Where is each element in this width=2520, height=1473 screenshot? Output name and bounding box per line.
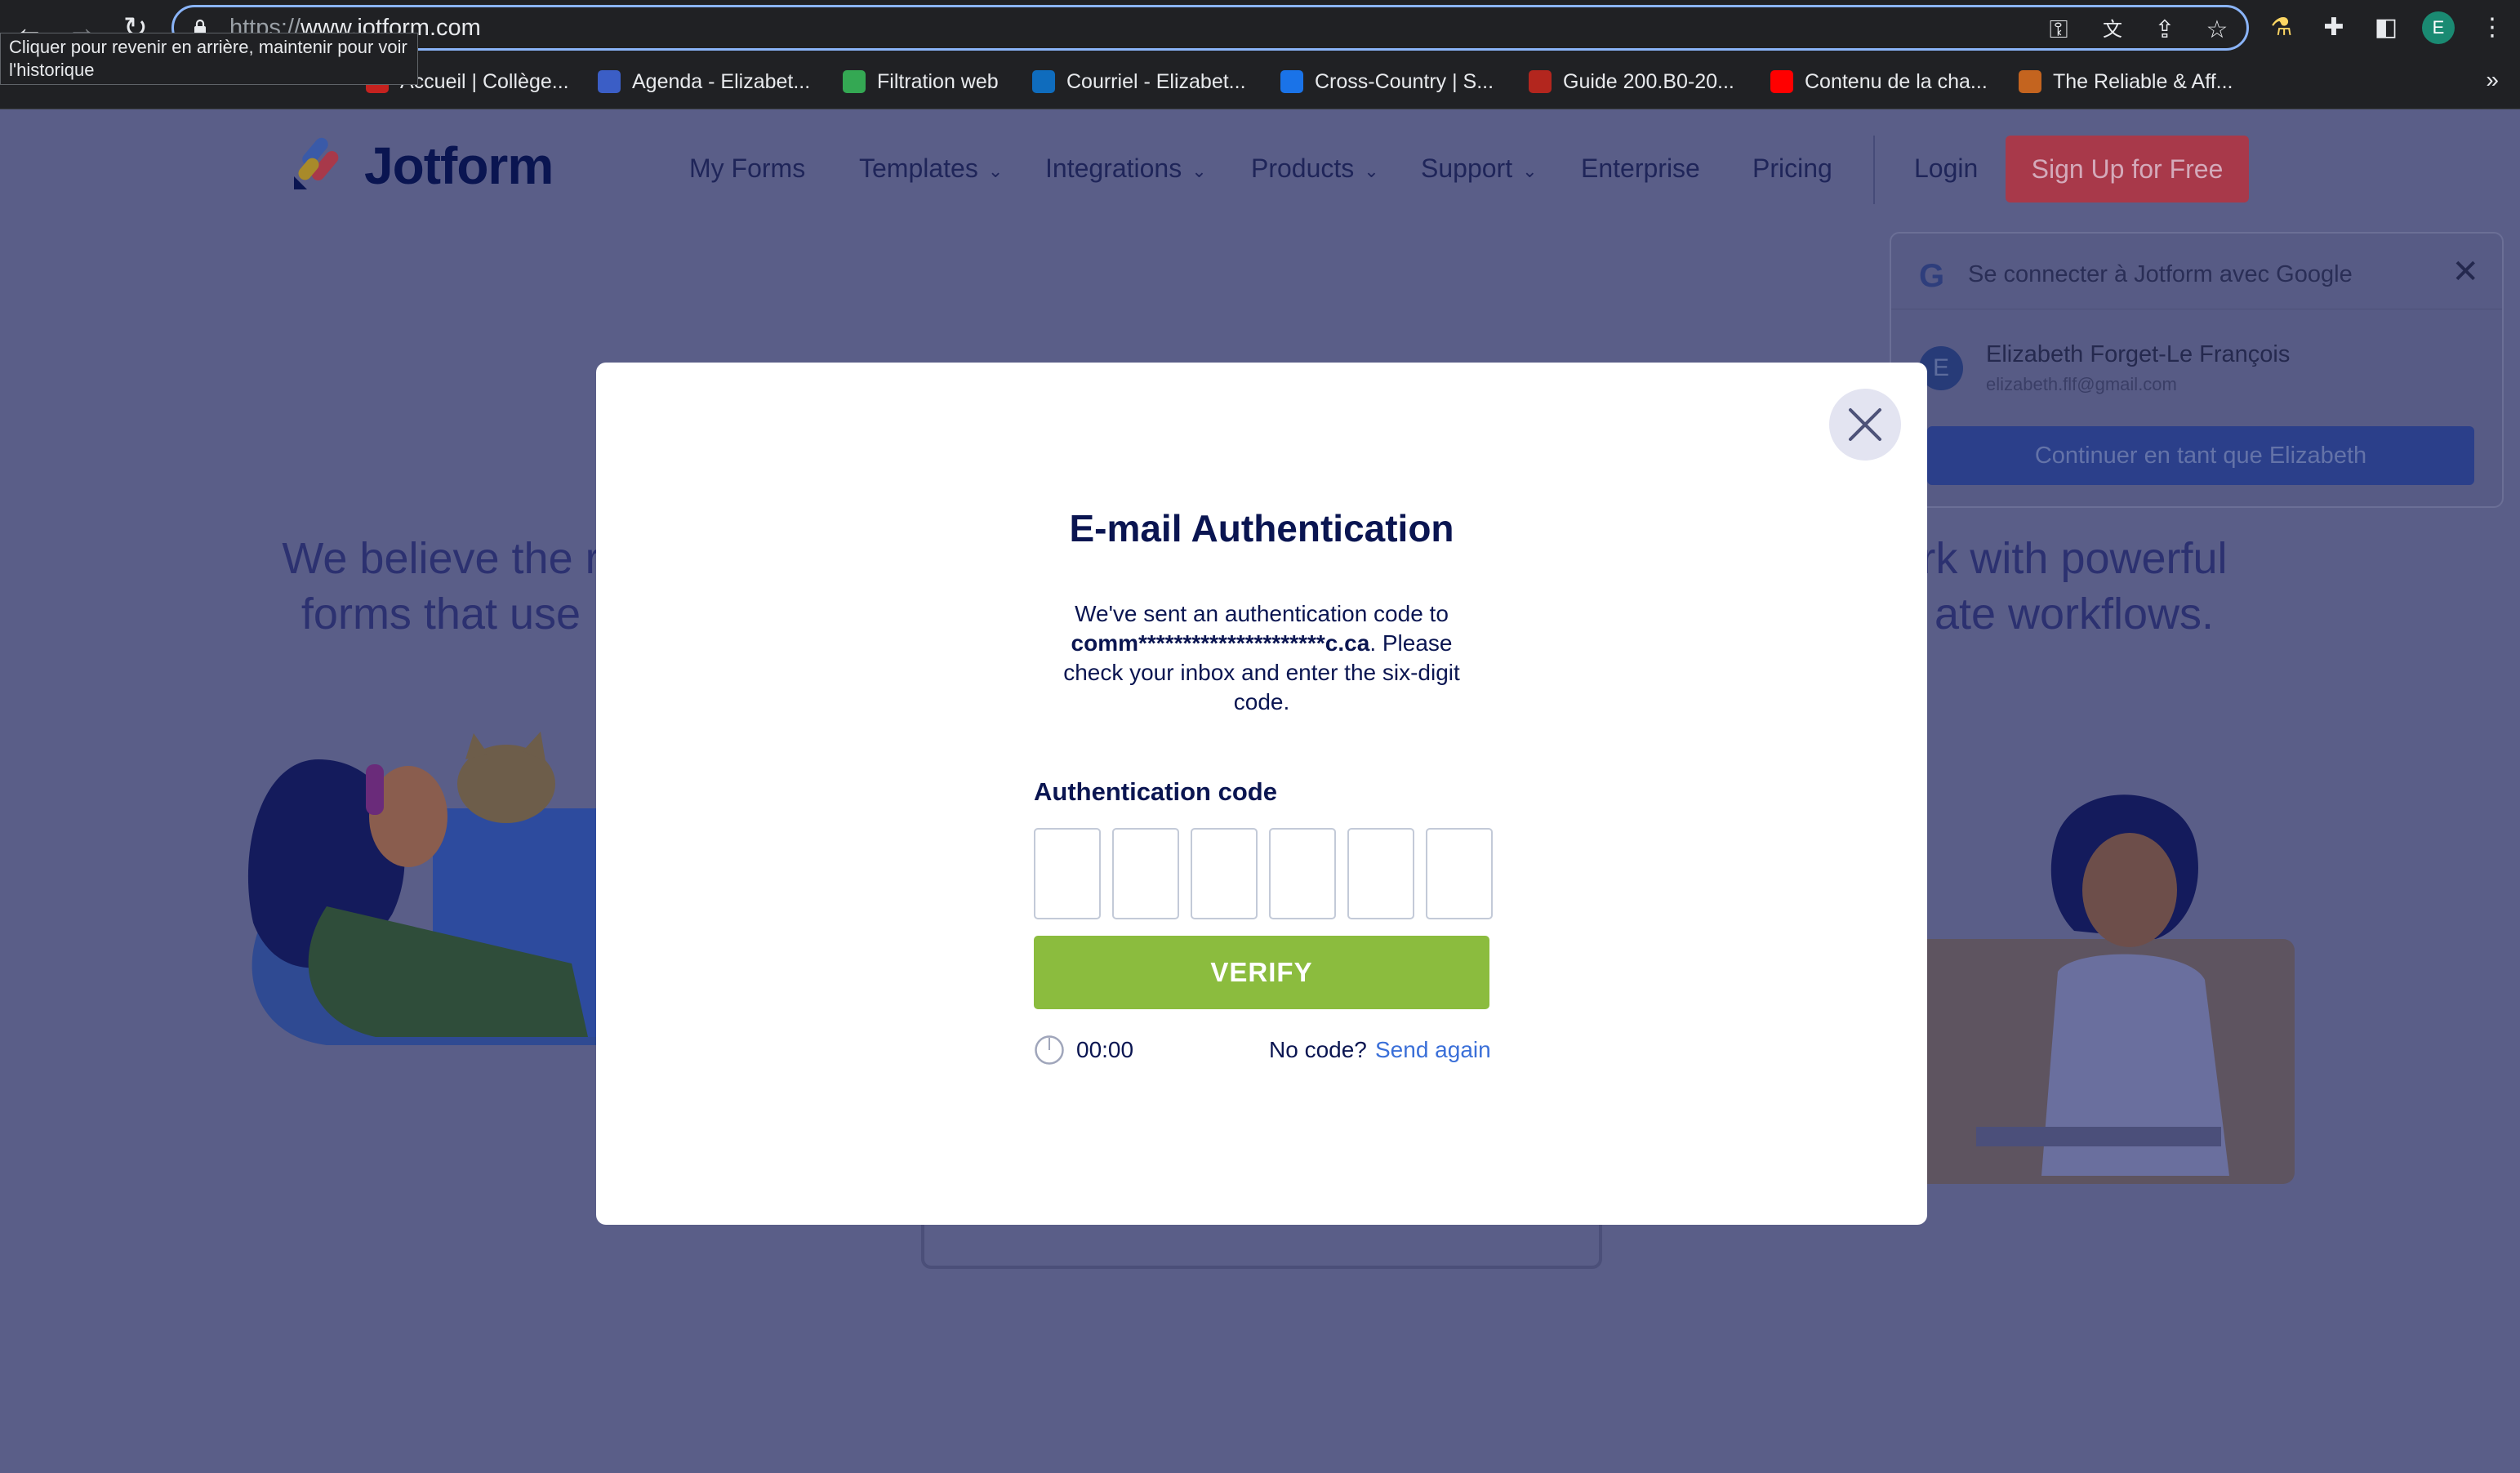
bookmark-favicon-icon: [2019, 70, 2041, 93]
jotform-logo-text: Jotform: [364, 136, 554, 195]
modal-description: We've sent an authentication code to com…: [1063, 601, 1460, 714]
code-digit-input[interactable]: [1191, 828, 1258, 919]
hero-text-right: rk with powerful ate workflows.: [1921, 534, 2228, 639]
masked-email: comm*********************c.ca: [1071, 630, 1370, 656]
code-digit-input[interactable]: [1347, 828, 1414, 919]
bookmark-favicon-icon: [598, 70, 621, 93]
flask-extension-icon[interactable]: ⚗: [2267, 13, 2296, 42]
star-icon[interactable]: ☆: [2202, 16, 2232, 45]
bookmark-favicon-icon: [1032, 70, 1055, 93]
code-digit-input[interactable]: [1269, 828, 1336, 919]
login-link[interactable]: Login: [1914, 154, 1978, 184]
puzzle-extensions-icon[interactable]: ✚: [2319, 13, 2349, 42]
menu-kebab-icon[interactable]: ⋮: [2478, 13, 2507, 42]
nav-divider: [1873, 136, 1875, 204]
code-input-group: [1034, 828, 1493, 919]
google-g-icon: G: [1919, 258, 1945, 294]
bookmark-item[interactable]: Courriel - Elizabet...: [1032, 65, 1246, 98]
email-authentication-modal: E-mail Authentication We've sent an auth…: [596, 363, 1927, 1225]
nav-enterprise[interactable]: Enterprise: [1581, 154, 1700, 184]
chevron-down-icon: ⌄: [1364, 161, 1379, 181]
code-digit-input[interactable]: [1034, 828, 1101, 919]
code-digit-input[interactable]: [1426, 828, 1493, 919]
nav-my-forms[interactable]: My Forms: [689, 154, 805, 184]
key-icon[interactable]: ⚿: [2044, 16, 2073, 45]
modal-title: E-mail Authentication: [1069, 507, 1454, 550]
account-email: elizabeth.flf@gmail.com: [1986, 374, 2177, 394]
nav-templates[interactable]: Templates ⌄: [859, 154, 1003, 184]
bookmark-item[interactable]: Cross-Country | S...: [1280, 65, 1494, 98]
bookmark-item[interactable]: Agenda - Elizabet...: [598, 65, 810, 98]
continue-as-button[interactable]: Continuer en tant que Elizabeth: [1927, 426, 2474, 485]
timer-icon: [1035, 1035, 1064, 1065]
bookmarks-overflow-chevron-icon[interactable]: »: [2486, 67, 2499, 93]
nav-support[interactable]: Support ⌄: [1421, 154, 1538, 184]
bookmark-item[interactable]: Guide 200.B0-20...: [1529, 65, 1734, 98]
code-label: Authentication code: [1034, 777, 1277, 806]
send-again-link[interactable]: Send again: [1375, 1037, 1491, 1063]
google-prompt-title: Se connecter à Jotform avec Google: [1968, 261, 2353, 287]
jotform-logo-icon: [294, 137, 339, 189]
bookmark-item[interactable]: The Reliable & Aff...: [2019, 65, 2233, 98]
chevron-down-icon: ⌄: [987, 161, 1004, 181]
nav-pricing[interactable]: Pricing: [1752, 154, 1832, 184]
close-icon: [1849, 408, 1881, 441]
side-panel-icon[interactable]: ◧: [2371, 13, 2401, 42]
no-code-text: No code?: [1269, 1037, 1367, 1062]
bookmark-favicon-icon: [1529, 70, 1552, 93]
close-icon[interactable]: ✕: [2451, 253, 2479, 291]
address-bar[interactable]: https://www.jotform.com ⚿ 文 ⇪ ☆: [171, 5, 2249, 51]
bookmark-favicon-icon: [843, 70, 866, 93]
chevron-down-icon: ⌄: [1191, 161, 1207, 181]
bookmark-favicon-icon: [1770, 70, 1793, 93]
woman-desk-illustration: [1911, 794, 2295, 1184]
share-icon[interactable]: ⇪: [2150, 16, 2179, 45]
woman-laptop-illustration: [247, 732, 604, 1045]
hero-text-left: We believe the r forms that use: [282, 534, 600, 639]
chevron-down-icon: ⌄: [1522, 161, 1538, 181]
countdown-timer: 00:00: [1076, 1037, 1134, 1062]
bookmark-item[interactable]: Contenu de la cha...: [1770, 65, 1988, 98]
bookmark-favicon-icon: [1280, 70, 1303, 93]
translate-icon[interactable]: 文: [2098, 16, 2127, 45]
account-name: Elizabeth Forget-Le François: [1986, 341, 2291, 367]
verify-button[interactable]: VERIFY: [1034, 936, 1489, 1009]
nav-integrations[interactable]: Integrations ⌄: [1045, 154, 1207, 184]
nav-products[interactable]: Products ⌄: [1251, 154, 1379, 184]
code-digit-input[interactable]: [1112, 828, 1179, 919]
back-button-tooltip: Cliquer pour revenir en arrière, mainten…: [0, 33, 418, 85]
profile-avatar[interactable]: E: [2422, 11, 2455, 44]
bookmark-item[interactable]: Filtration web: [843, 65, 999, 98]
signup-button[interactable]: Sign Up for Free: [2006, 136, 2249, 202]
modal-close-button[interactable]: [1829, 389, 1901, 461]
google-signin-prompt: G Se connecter à Jotform avec Google ✕ E…: [1890, 232, 2504, 508]
